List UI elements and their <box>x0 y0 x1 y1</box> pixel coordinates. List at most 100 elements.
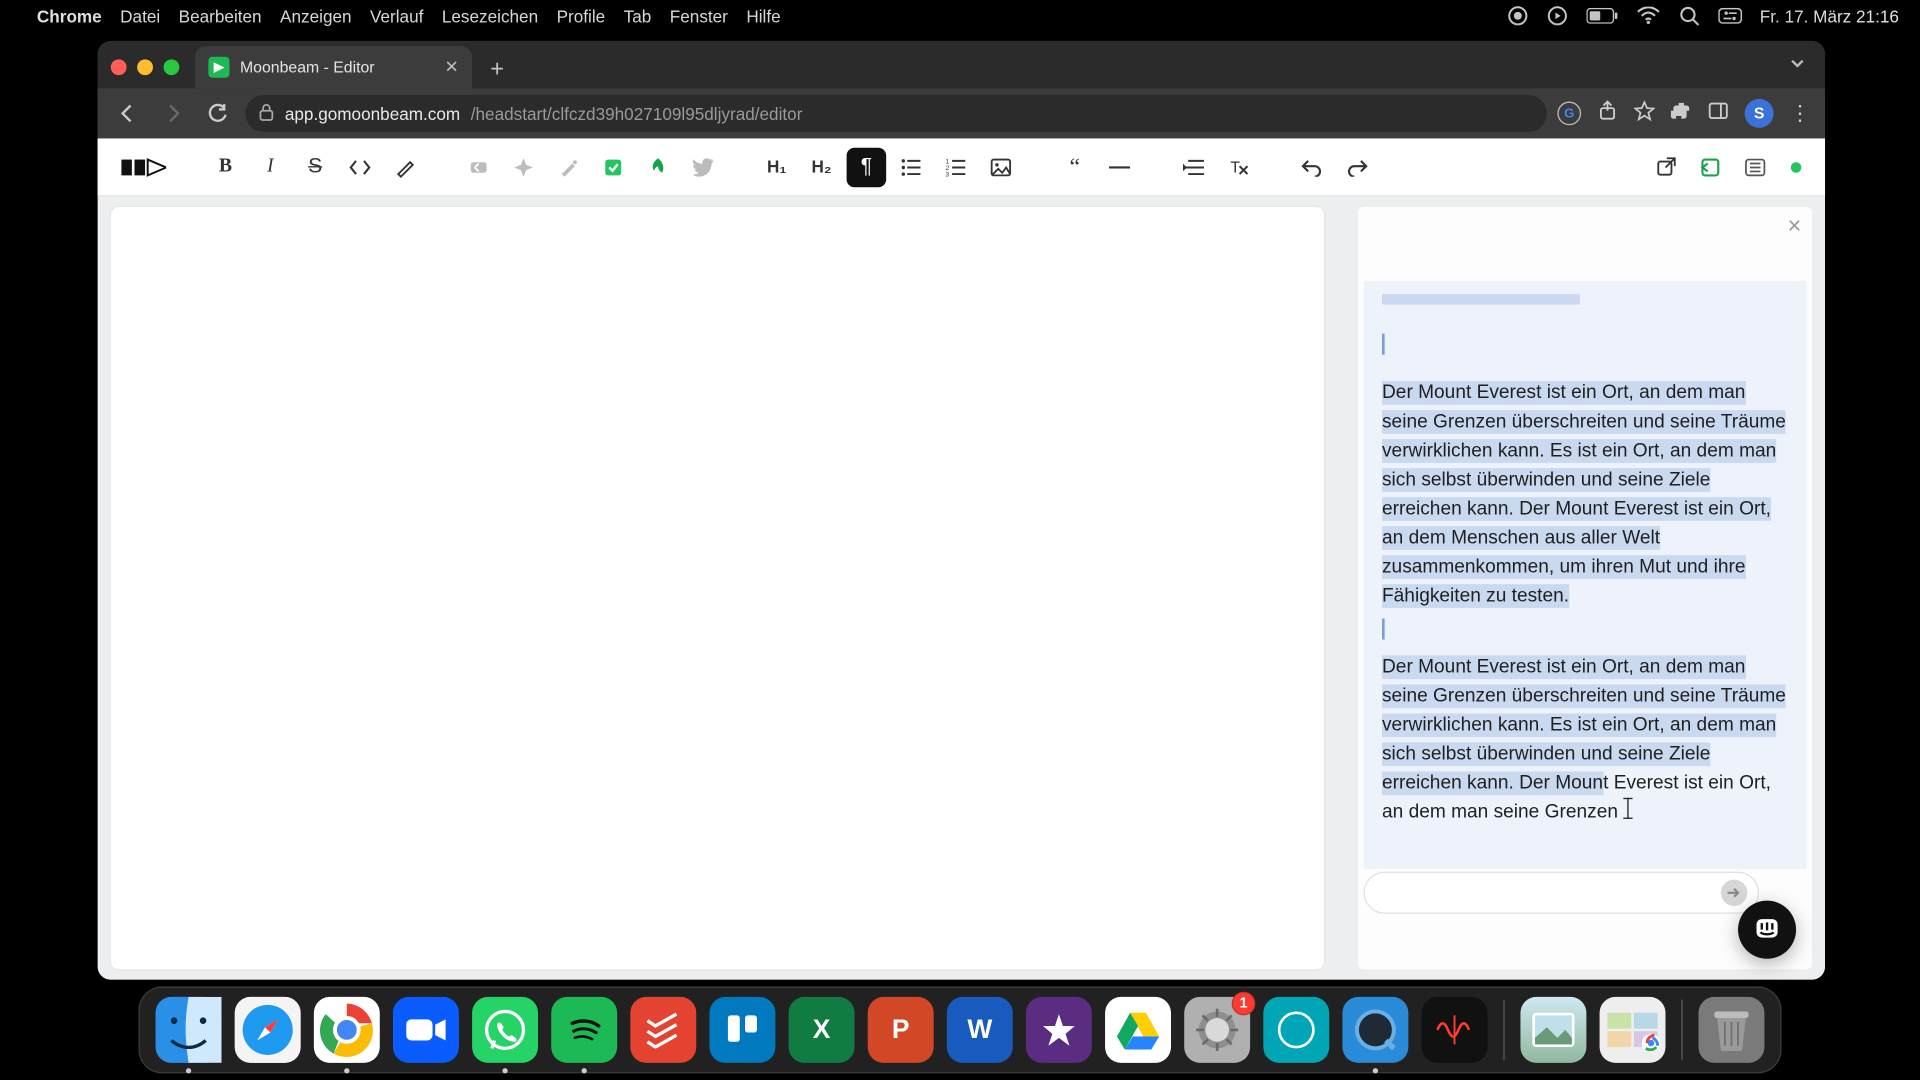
window-maximize-button[interactable] <box>164 59 180 75</box>
menu-bearbeiten[interactable]: Bearbeiten <box>179 6 262 26</box>
svg-text:T: T <box>1230 159 1240 176</box>
new-tab-button[interactable]: + <box>483 55 512 83</box>
status-play-icon[interactable] <box>1546 5 1567 26</box>
tab-list-chevron-icon[interactable] <box>1788 54 1806 79</box>
profile-avatar[interactable]: S <box>1745 99 1774 128</box>
ai-tool-5-button[interactable] <box>638 147 678 187</box>
dock-imovie-icon[interactable] <box>1026 997 1092 1063</box>
battery-icon[interactable] <box>1586 8 1618 24</box>
editor-workspace: × Der Mount Everest ist ein Ort, an dem … <box>98 196 1825 979</box>
editor-toolbar: B I S <box>98 138 1825 196</box>
blockquote-button[interactable]: “ <box>1055 147 1095 187</box>
dock-preview-icon[interactable] <box>1520 997 1586 1063</box>
bold-button[interactable]: B <box>206 147 246 187</box>
ai-tool-4-button[interactable] <box>593 147 633 187</box>
dock-app-teal-icon[interactable] <box>1263 997 1329 1063</box>
clear-format-button[interactable]: T <box>1218 147 1258 187</box>
control-center-icon[interactable] <box>1718 8 1742 24</box>
chrome-menu-icon[interactable]: ⋮ <box>1789 100 1811 126</box>
menubar-app-name[interactable]: Chrome <box>37 6 102 26</box>
open-external-button[interactable] <box>1646 147 1686 187</box>
menu-profile[interactable]: Profile <box>557 6 606 26</box>
menu-verlauf[interactable]: Verlauf <box>370 6 423 26</box>
panel-content[interactable]: Der Mount Everest ist ein Ort, an dem ma… <box>1364 281 1807 869</box>
window-traffic-lights <box>111 59 180 75</box>
export-button[interactable] <box>1691 147 1731 187</box>
nav-forward-button[interactable] <box>156 96 190 130</box>
dock-whatsapp-icon[interactable] <box>472 997 538 1063</box>
menu-anzeigen[interactable]: Anzeigen <box>280 6 351 26</box>
code-button[interactable] <box>340 147 380 187</box>
panel-close-button[interactable]: × <box>1787 212 1801 240</box>
dock-divider <box>1681 1000 1682 1061</box>
window-minimize-button[interactable] <box>137 59 153 75</box>
menu-tab[interactable]: Tab <box>624 6 652 26</box>
menu-lesezeichen[interactable]: Lesezeichen <box>442 6 538 26</box>
outline-toggle-button[interactable] <box>1735 147 1775 187</box>
dock-voice-memos-icon[interactable] <box>1422 997 1488 1063</box>
dock-powerpoint-icon[interactable]: P <box>868 997 934 1063</box>
chrome-tabstrip: ▶ Moonbeam - Editor ✕ + <box>98 41 1825 88</box>
dock-quicktime-icon[interactable] <box>1342 997 1408 1063</box>
tab-close-button[interactable]: ✕ <box>445 57 459 78</box>
window-close-button[interactable] <box>111 59 127 75</box>
divider-button[interactable] <box>1100 147 1140 187</box>
dock-trello-icon[interactable] <box>709 997 775 1063</box>
h2-label: H₂ <box>812 157 832 177</box>
menu-fenster[interactable]: Fenster <box>670 6 728 26</box>
intercom-launcher-button[interactable] <box>1738 901 1796 959</box>
dock-safari-icon[interactable] <box>235 997 301 1063</box>
dock-todoist-icon[interactable] <box>630 997 696 1063</box>
dock-settings-icon[interactable]: 1 <box>1184 997 1250 1063</box>
panel-input[interactable] <box>1364 872 1760 914</box>
extensions-icon[interactable] <box>1671 100 1692 128</box>
settings-badge: 1 <box>1232 992 1256 1016</box>
strike-label: S <box>308 155 322 179</box>
selection-fragment <box>1382 294 1580 305</box>
nav-back-button[interactable] <box>111 96 145 130</box>
undo-button[interactable] <box>1292 147 1332 187</box>
numbered-list-button[interactable]: 123 <box>936 147 976 187</box>
moonbeam-logo-icon[interactable] <box>121 155 166 179</box>
generated-paragraph-2: Der Mount Everest ist ein Ort, an dem ma… <box>1382 653 1788 827</box>
google-translate-icon[interactable]: G <box>1557 102 1581 126</box>
share-icon[interactable] <box>1597 100 1618 128</box>
twitter-button[interactable] <box>683 147 723 187</box>
search-icon[interactable] <box>1678 5 1699 26</box>
dock-excel-icon[interactable]: X <box>789 997 855 1063</box>
dock-chrome-icon[interactable] <box>314 997 380 1063</box>
status-record-icon[interactable] <box>1507 5 1528 26</box>
dock-spotify-icon[interactable] <box>551 997 617 1063</box>
wifi-icon[interactable] <box>1636 7 1660 25</box>
paragraph-button[interactable]: ¶ <box>847 147 887 187</box>
browser-tab[interactable]: ▶ Moonbeam - Editor ✕ <box>195 46 472 88</box>
bookmark-star-icon[interactable] <box>1634 100 1655 128</box>
menu-datei[interactable]: Datei <box>120 6 160 26</box>
dock-zoom-icon[interactable] <box>393 997 459 1063</box>
ai-tool-2-button[interactable] <box>504 147 544 187</box>
address-bar[interactable]: app.gomoonbeam.com/headstart/clfczd39h02… <box>245 95 1547 132</box>
strike-button[interactable]: S <box>295 147 335 187</box>
bullet-list-button[interactable] <box>891 147 931 187</box>
menu-hilfe[interactable]: Hilfe <box>746 6 780 26</box>
ai-tool-1-button[interactable] <box>459 147 499 187</box>
indent-button[interactable] <box>1174 147 1214 187</box>
italic-button[interactable]: I <box>251 147 291 187</box>
dock-googledrive-icon[interactable] <box>1105 997 1171 1063</box>
h1-button[interactable]: H₁ <box>757 147 797 187</box>
ai-tool-3-button[interactable] <box>549 147 589 187</box>
redo-button[interactable] <box>1337 147 1377 187</box>
highlight-button[interactable] <box>385 147 425 187</box>
dock-word-icon[interactable]: W <box>947 997 1013 1063</box>
svg-text:3: 3 <box>946 171 950 176</box>
nav-reload-button[interactable] <box>200 96 234 130</box>
image-button[interactable] <box>981 147 1021 187</box>
dock-trash-icon[interactable] <box>1698 997 1764 1063</box>
menubar-clock[interactable]: Fr. 17. März 21:16 <box>1760 6 1899 26</box>
dock-recent-file-icon[interactable] <box>1600 997 1666 1063</box>
editor-canvas[interactable] <box>111 207 1324 969</box>
dock-finder-icon[interactable] <box>156 997 222 1063</box>
h2-button[interactable]: H₂ <box>802 147 842 187</box>
send-button[interactable] <box>1721 880 1747 906</box>
sidepanel-icon[interactable] <box>1708 100 1729 128</box>
